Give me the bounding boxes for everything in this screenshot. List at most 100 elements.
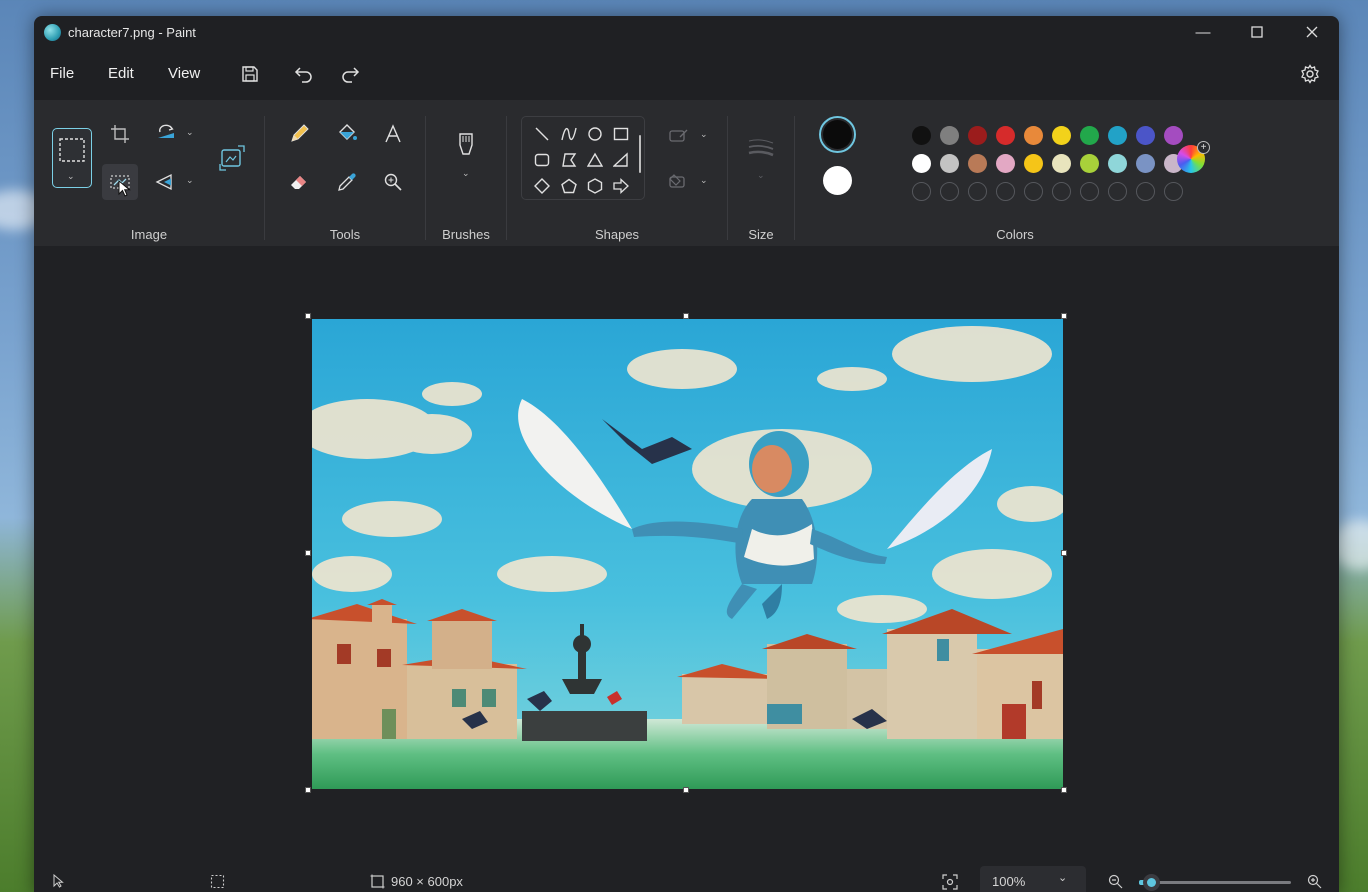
flip-chevron-icon[interactable]: ⌄ [186, 175, 194, 186]
fit-to-window-icon[interactable] [942, 874, 958, 890]
redo-icon[interactable] [336, 60, 364, 88]
edit-colors-wheel-icon[interactable]: + [1177, 141, 1210, 173]
custom-color-slot[interactable] [912, 182, 931, 201]
resize-handle-top-left[interactable] [305, 313, 311, 319]
color-swatch[interactable] [1136, 126, 1155, 145]
remove-background-icon[interactable] [102, 164, 138, 200]
outline-chevron-icon[interactable]: ⌄ [700, 129, 708, 140]
color-swatch[interactable] [1108, 154, 1127, 173]
pencil-icon[interactable] [281, 116, 317, 152]
maximize-button[interactable] [1230, 16, 1284, 48]
custom-color-slot[interactable] [1080, 182, 1099, 201]
menu-view[interactable]: View [168, 65, 200, 82]
resize-handle-bottom-left[interactable] [305, 787, 311, 793]
zoom-out-icon[interactable] [1108, 874, 1123, 889]
menu-edit[interactable]: Edit [108, 65, 134, 82]
color-swatch[interactable] [1024, 126, 1043, 145]
secondary-color-button[interactable] [823, 166, 852, 195]
color-swatch[interactable] [1080, 126, 1099, 145]
zoom-dropdown[interactable]: 100% ⌄ [980, 866, 1086, 892]
settings-gear-icon[interactable] [1296, 60, 1324, 88]
resize-handle-left[interactable] [305, 550, 311, 556]
right-triangle-shape-icon[interactable] [610, 149, 632, 171]
hexagon-shape-icon[interactable] [584, 175, 606, 197]
size-group-label: Size [748, 227, 774, 242]
shape-fill-icon[interactable] [661, 164, 697, 200]
eraser-icon[interactable] [281, 164, 317, 200]
flip-icon[interactable] [148, 164, 184, 200]
rectangle-shape-icon[interactable] [610, 123, 632, 145]
selection-button[interactable]: ⌄ [52, 128, 92, 188]
triangle-shape-icon[interactable] [584, 149, 606, 171]
magnifier-icon[interactable] [375, 164, 411, 200]
custom-color-slot[interactable] [968, 182, 987, 201]
text-icon[interactable] [375, 116, 411, 152]
arrow-shape-icon[interactable] [610, 175, 632, 197]
color-swatch[interactable] [1052, 154, 1071, 173]
resize-handle-bottom[interactable] [683, 787, 689, 793]
status-bar: 960 × 600px 100% ⌄ [34, 866, 1339, 892]
close-button[interactable] [1285, 16, 1339, 48]
color-swatch[interactable] [1052, 126, 1071, 145]
color-swatch[interactable] [912, 154, 931, 173]
image-group-label: Image [130, 227, 168, 242]
brushes-chevron-icon[interactable]: ⌄ [462, 168, 470, 179]
paint-window: character7.png - Paint — File Edit View [34, 16, 1339, 892]
minimize-button[interactable]: — [1176, 16, 1230, 48]
color-picker-icon[interactable] [329, 164, 365, 200]
custom-color-slot[interactable] [1108, 182, 1127, 201]
resize-image-icon[interactable] [214, 140, 250, 176]
color-swatch[interactable] [968, 126, 987, 145]
line-shape-icon[interactable] [531, 123, 553, 145]
color-swatch[interactable] [996, 154, 1015, 173]
custom-color-slot[interactable] [1024, 182, 1043, 201]
resize-handle-top[interactable] [683, 313, 689, 319]
resize-handle-top-right[interactable] [1061, 313, 1067, 319]
color-swatch[interactable] [912, 126, 931, 145]
pentagon-shape-icon[interactable] [558, 175, 580, 197]
shapes-scrollbar[interactable] [639, 135, 641, 173]
canvas-area[interactable] [34, 246, 1339, 866]
color-swatch[interactable] [1136, 154, 1155, 173]
save-icon[interactable] [236, 60, 264, 88]
color-swatch[interactable] [940, 126, 959, 145]
crop-icon[interactable] [102, 116, 138, 152]
oval-shape-icon[interactable] [584, 123, 606, 145]
rotate-chevron-icon[interactable]: ⌄ [186, 127, 194, 138]
custom-color-slot[interactable] [1136, 182, 1155, 201]
polygon-shape-icon[interactable] [558, 149, 580, 171]
primary-color-button[interactable] [819, 116, 856, 153]
custom-color-slot[interactable] [996, 182, 1015, 201]
zoom-in-icon[interactable] [1307, 874, 1322, 889]
shape-outline-icon[interactable] [661, 118, 697, 154]
custom-color-slot[interactable] [1164, 182, 1183, 201]
fill-chevron-icon[interactable]: ⌄ [700, 175, 708, 186]
curve-shape-icon[interactable] [558, 123, 580, 145]
rotate-icon[interactable] [148, 116, 184, 152]
diamond-shape-icon[interactable] [531, 175, 553, 197]
color-swatch[interactable] [940, 154, 959, 173]
zoom-slider-thumb[interactable] [1143, 874, 1161, 891]
color-swatch[interactable] [996, 126, 1015, 145]
rounded-rectangle-shape-icon[interactable] [531, 149, 553, 171]
size-chevron-icon[interactable]: ⌄ [757, 170, 765, 181]
canvas-image[interactable] [312, 319, 1063, 789]
resize-handle-right[interactable] [1061, 550, 1067, 556]
color-swatch[interactable] [1080, 154, 1099, 173]
color-swatch[interactable] [1108, 126, 1127, 145]
color-swatch[interactable] [1024, 154, 1043, 173]
brush-icon[interactable] [448, 128, 484, 164]
zoom-slider-track[interactable] [1139, 881, 1291, 884]
color-swatch[interactable] [1164, 126, 1183, 145]
menu-file[interactable]: File [50, 65, 74, 82]
resize-handle-bottom-right[interactable] [1061, 787, 1067, 793]
add-color-plus-icon: + [1197, 141, 1210, 154]
undo-icon[interactable] [290, 60, 318, 88]
custom-color-slot[interactable] [1052, 182, 1071, 201]
fill-bucket-icon[interactable] [329, 116, 365, 152]
color-swatch[interactable] [968, 154, 987, 173]
canvas-size-display: 960 × 600px [370, 874, 463, 889]
menu-bar: File Edit View [34, 56, 1339, 92]
line-size-icon[interactable] [743, 130, 779, 166]
custom-color-slot[interactable] [940, 182, 959, 201]
